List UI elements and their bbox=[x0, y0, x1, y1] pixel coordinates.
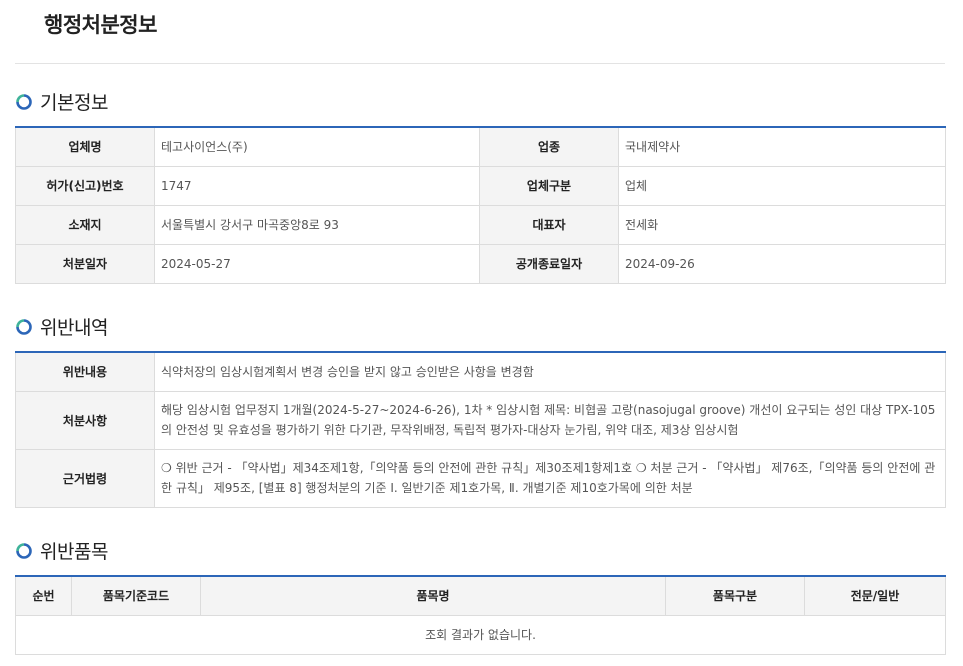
label-company: 업체명 bbox=[15, 126, 155, 167]
empty-result-message: 조회 결과가 없습니다. bbox=[15, 614, 946, 655]
label-license-no: 허가(신고)번호 bbox=[15, 165, 155, 206]
value-disclosure-end-date: 2024-09-26 bbox=[618, 243, 946, 284]
label-disposition-detail: 처분사항 bbox=[15, 390, 155, 450]
col-header-seq: 순번 bbox=[15, 575, 72, 616]
label-disposition-date: 처분일자 bbox=[15, 243, 155, 284]
violation-table: 위반내용 식약처장의 임상시험계획서 변경 승인을 받지 않고 승인받은 사항을… bbox=[15, 351, 946, 508]
label-legal-basis: 근거법령 bbox=[15, 448, 155, 508]
label-disclosure-end-date: 공개종료일자 bbox=[479, 243, 619, 284]
basic-info-table: 업체명 테고사이언스(주) 업종 국내제약사 허가(신고)번호 1747 업체구… bbox=[15, 126, 946, 284]
table-header-row: 순번 품목기준코드 품목명 품목구분 전문/일반 bbox=[15, 575, 946, 616]
table-row: 근거법령 ❍ 위반 근거 - 「약사법」제34조제1항,「의약품 등의 안전에 … bbox=[15, 448, 946, 508]
table-row: 소재지 서울특별시 강서구 마곡중앙8로 93 대표자 전세화 bbox=[15, 204, 946, 245]
table-row: 처분일자 2024-05-27 공개종료일자 2024-09-26 bbox=[15, 243, 946, 284]
table-row: 처분사항 해당 임상시험 업무정지 1개월(2024-5-27~2024-6-2… bbox=[15, 390, 946, 450]
section-basic-header: 기본정보 bbox=[16, 88, 108, 115]
label-industry: 업종 bbox=[479, 126, 619, 167]
table-row: 허가(신고)번호 1747 업체구분 업체 bbox=[15, 165, 946, 206]
page-title: 행정처분정보 bbox=[44, 13, 157, 37]
refresh-ring-icon bbox=[16, 542, 32, 559]
section-basic-title: 기본정보 bbox=[40, 92, 108, 114]
admin-disposition-page: 행정처분정보 기본정보 업체명 테고사이언스(주) 업종 국내제약사 허가(신고… bbox=[0, 0, 963, 666]
value-representative: 전세화 bbox=[618, 204, 946, 245]
section-violation-header: 위반내역 bbox=[16, 313, 108, 340]
col-header-item-type: 품목구분 bbox=[665, 575, 805, 616]
section-violation-title: 위반내역 bbox=[40, 317, 108, 339]
value-company: 테고사이언스(주) bbox=[154, 126, 480, 167]
value-violation-content: 식약처장의 임상시험계획서 변경 승인을 받지 않고 승인받은 사항을 변경함 bbox=[154, 351, 946, 392]
section-items-header: 위반품목 bbox=[16, 537, 108, 564]
col-header-item-code: 품목기준코드 bbox=[71, 575, 201, 616]
value-company-type: 업체 bbox=[618, 165, 946, 206]
value-license-no: 1747 bbox=[154, 165, 480, 206]
violation-items-table: 순번 품목기준코드 품목명 품목구분 전문/일반 조회 결과가 없습니다. bbox=[15, 575, 946, 655]
col-header-item-name: 품목명 bbox=[200, 575, 666, 616]
value-industry: 국내제약사 bbox=[618, 126, 946, 167]
label-violation-content: 위반내용 bbox=[15, 351, 155, 392]
value-disposition-detail: 해당 임상시험 업무정지 1개월(2024-5-27~2024-6-26), 1… bbox=[154, 390, 946, 450]
label-representative: 대표자 bbox=[479, 204, 619, 245]
section-items-title: 위반품목 bbox=[40, 541, 108, 563]
value-legal-basis: ❍ 위반 근거 - 「약사법」제34조제1항,「의약품 등의 안전에 관한 규칙… bbox=[154, 448, 946, 508]
value-address: 서울특별시 강서구 마곡중앙8로 93 bbox=[154, 204, 480, 245]
value-disposition-date: 2024-05-27 bbox=[154, 243, 480, 284]
table-row: 위반내용 식약처장의 임상시험계획서 변경 승인을 받지 않고 승인받은 사항을… bbox=[15, 351, 946, 392]
label-address: 소재지 bbox=[15, 204, 155, 245]
table-row: 조회 결과가 없습니다. bbox=[15, 614, 946, 655]
table-row: 업체명 테고사이언스(주) 업종 국내제약사 bbox=[15, 126, 946, 167]
refresh-ring-icon bbox=[16, 93, 32, 110]
refresh-ring-icon bbox=[16, 318, 32, 335]
title-divider bbox=[15, 63, 945, 64]
col-header-rx-otc: 전문/일반 bbox=[804, 575, 946, 616]
label-company-type: 업체구분 bbox=[479, 165, 619, 206]
